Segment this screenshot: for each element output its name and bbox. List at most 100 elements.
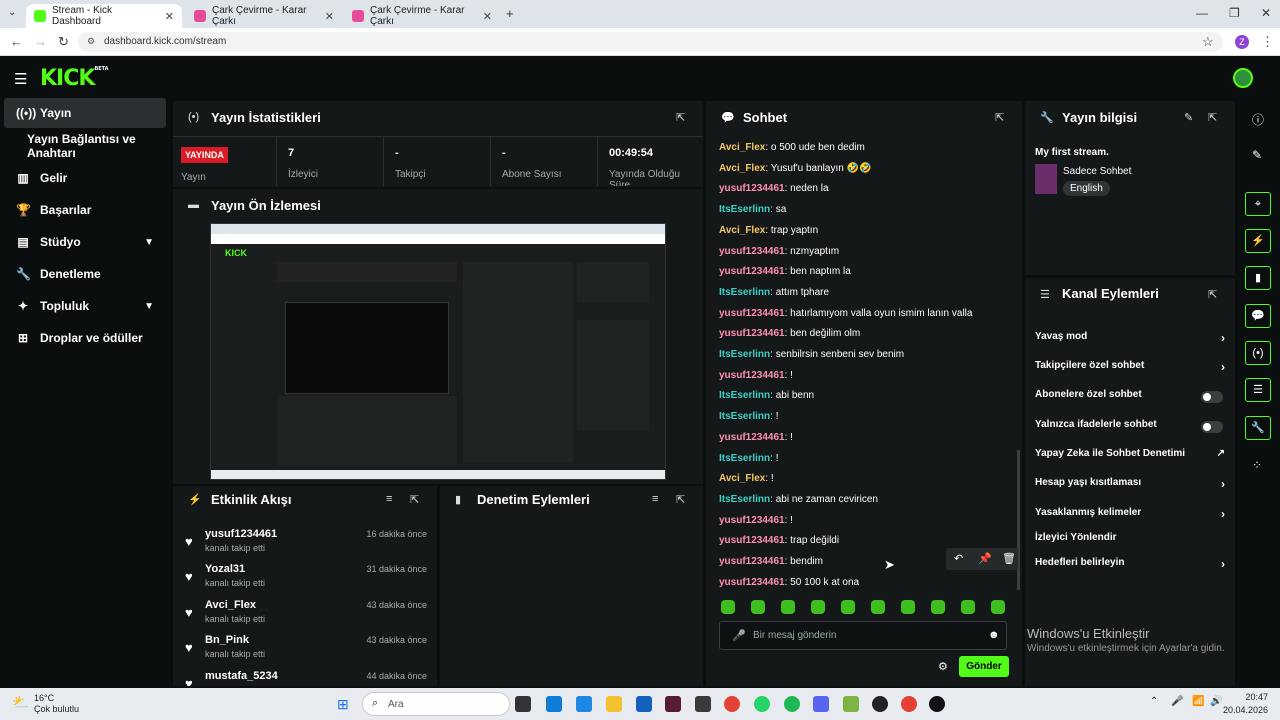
user-avatar[interactable] bbox=[1233, 68, 1253, 88]
info-icon[interactable]: ⓘ bbox=[1252, 111, 1264, 128]
chat-scrollbar[interactable] bbox=[1017, 450, 1020, 590]
rail-stack-icon[interactable]: ☰ bbox=[1245, 378, 1271, 402]
sidebar-item-gelir[interactable]: ▥ Gelir bbox=[4, 163, 166, 193]
chat-username[interactable]: ItsEserlinn bbox=[719, 204, 770, 215]
send-button[interactable]: Gönder bbox=[959, 656, 1009, 677]
emoji-icon[interactable]: ☻ bbox=[988, 629, 1000, 641]
activity-username[interactable]: yusuf1234461 bbox=[205, 528, 277, 540]
close-tab-icon[interactable]: ✕ bbox=[165, 10, 174, 23]
back-icon[interactable]: ← bbox=[10, 34, 23, 49]
chat-message[interactable]: yusuf1234461: ben değilim olm bbox=[719, 328, 860, 339]
app-icon[interactable] bbox=[695, 696, 711, 712]
chat-message[interactable]: ItsEserlinn: ! bbox=[719, 453, 778, 464]
chat-input[interactable]: 🎤 Bir mesaj gönderin ☻ bbox=[719, 621, 1007, 650]
popout-icon[interactable]: ⇱ bbox=[410, 493, 419, 506]
reply-icon[interactable]: ↶ bbox=[954, 552, 963, 565]
chat-message[interactable]: yusuf1234461: ! bbox=[719, 515, 793, 526]
popout-icon[interactable]: ⇱ bbox=[1208, 111, 1217, 124]
menu-icon[interactable]: ☰ bbox=[14, 70, 27, 88]
rail-chat-icon[interactable]: 💬 bbox=[1245, 304, 1271, 328]
chat-message[interactable]: yusuf1234461: ! bbox=[719, 370, 793, 381]
edit-pencil-icon[interactable]: ✎ bbox=[1184, 111, 1193, 124]
chat-username[interactable]: yusuf1234461 bbox=[719, 183, 785, 194]
chat-username[interactable]: yusuf1234461 bbox=[719, 308, 785, 319]
chat-message[interactable]: yusuf1234461: neden la bbox=[719, 183, 829, 194]
windows-start-icon[interactable]: ⊞ bbox=[337, 696, 349, 713]
add-widget-icon[interactable]: ⁘ bbox=[1252, 458, 1262, 472]
activity-username[interactable]: Bn_Pink bbox=[205, 634, 249, 646]
chat-username[interactable]: yusuf1234461 bbox=[719, 515, 785, 526]
discord-icon[interactable] bbox=[813, 696, 829, 712]
edit-pencil-icon[interactable]: ✎ bbox=[1252, 148, 1262, 162]
browser-menu-icon[interactable]: ⋮ bbox=[1261, 34, 1274, 50]
action-set-goals[interactable]: Hedefleri belirleyin › bbox=[1035, 557, 1225, 577]
forward-icon[interactable]: → bbox=[34, 34, 47, 49]
chat-message[interactable]: ItsEserlinn: abi benn bbox=[719, 390, 814, 401]
chat-message[interactable]: yusuf1234461: ben naptım la bbox=[719, 266, 851, 277]
stream-preview-video[interactable]: KICK bbox=[210, 223, 666, 480]
activity-username[interactable]: Avci_Flex bbox=[205, 599, 256, 611]
close-tab-icon[interactable]: ✕ bbox=[483, 10, 492, 23]
rail-lightning-icon[interactable]: ⚡ bbox=[1245, 229, 1271, 253]
chrome-icon[interactable] bbox=[724, 696, 740, 712]
popout-icon[interactable]: ⇱ bbox=[676, 111, 685, 124]
sidebar-item-droplar[interactable]: ⊞ Droplar ve ödüller bbox=[4, 323, 166, 353]
chat-message[interactable]: yusuf1234461: bendim bbox=[719, 556, 823, 567]
action-account-age[interactable]: Hesap yaşı kısıtlaması › bbox=[1035, 477, 1225, 497]
app-icon[interactable] bbox=[872, 696, 888, 712]
site-info-icon[interactable]: ⚙ bbox=[87, 36, 95, 47]
activity-username[interactable]: mustafa_5234 bbox=[205, 670, 278, 682]
emote-icon[interactable] bbox=[721, 600, 735, 614]
chat-username[interactable]: yusuf1234461 bbox=[719, 266, 785, 277]
chat-username[interactable]: ItsEserlinn bbox=[719, 349, 770, 360]
chat-username[interactable]: Avci_Flex bbox=[719, 473, 765, 484]
reload-icon[interactable]: ↻ bbox=[58, 34, 69, 50]
tab-search-icon[interactable]: ⌄ bbox=[8, 7, 16, 18]
task-view-icon[interactable] bbox=[515, 696, 531, 712]
chat-username[interactable]: yusuf1234461 bbox=[719, 328, 785, 339]
chat-message[interactable]: ItsEserlinn: abi ne zaman ceviricen bbox=[719, 494, 878, 505]
spotify-icon[interactable] bbox=[784, 696, 800, 712]
sidebar-item-denetleme[interactable]: 🔧 Denetleme bbox=[4, 259, 166, 289]
chat-message[interactable]: ItsEserlinn: sa bbox=[719, 204, 786, 215]
rail-document-icon[interactable]: ▮ bbox=[1245, 266, 1271, 290]
chat-message[interactable]: yusuf1234461: 50 100 k at ona bbox=[719, 577, 859, 588]
action-redirect-viewers[interactable]: İzleyici Yönlendir bbox=[1035, 532, 1225, 552]
file-explorer-icon[interactable] bbox=[606, 696, 622, 712]
chat-username[interactable]: yusuf1234461 bbox=[719, 432, 785, 443]
delete-icon[interactable]: 🗑 bbox=[1002, 552, 1016, 565]
chat-message[interactable]: Avci_Flex: ! bbox=[719, 473, 774, 484]
action-slow-mode[interactable]: Yavaş mod › bbox=[1035, 331, 1225, 351]
chat-username[interactable]: Avci_Flex bbox=[719, 163, 765, 174]
filter-icon[interactable]: ≡ bbox=[652, 493, 658, 505]
emote-icon[interactable] bbox=[841, 600, 855, 614]
action-followers-only[interactable]: Takipçilere özel sohbet › bbox=[1035, 360, 1225, 380]
browser-tab-wheel-2[interactable]: Çark Çevirme - Karar Çarkı ✕ bbox=[344, 4, 500, 28]
chat-username[interactable]: Avci_Flex bbox=[719, 225, 765, 236]
subscribers-only-toggle[interactable] bbox=[1201, 391, 1223, 403]
rail-clip-icon[interactable]: ⌖ bbox=[1245, 192, 1271, 216]
chat-message[interactable]: yusuf1234461: ! bbox=[719, 432, 793, 443]
browser-tab-kick-dashboard[interactable]: Stream - Kick Dashboard ✕ bbox=[26, 4, 182, 28]
tray-chevron-icon[interactable]: ⌃ bbox=[1150, 696, 1158, 707]
store-icon[interactable] bbox=[636, 696, 652, 712]
sidebar-item-topluluk[interactable]: ✦ Topluluk ▼ bbox=[4, 291, 166, 321]
minimize-icon[interactable]: — bbox=[1196, 6, 1208, 20]
browser-profile-avatar[interactable]: Z bbox=[1235, 35, 1249, 49]
tray-mic-icon[interactable]: 🎤 bbox=[1171, 696, 1183, 707]
activity-username[interactable]: Yozal31 bbox=[205, 563, 245, 575]
emote-icon[interactable] bbox=[991, 600, 1005, 614]
chat-username[interactable]: Avci_Flex bbox=[719, 142, 765, 153]
chat-message[interactable]: ItsEserlinn: attım tphare bbox=[719, 287, 829, 298]
action-ai-moderation[interactable]: Yapay Zeka ile Sohbet Denetimi ↗ bbox=[1035, 448, 1225, 468]
weather-temp[interactable]: 16°C bbox=[34, 693, 54, 703]
chat-message[interactable]: yusuf1234461: hatırlamıyom valla oyun is… bbox=[719, 308, 972, 319]
clock-time[interactable]: 20:47 bbox=[1220, 692, 1268, 702]
rail-wrench-icon[interactable]: 🔧 bbox=[1245, 416, 1271, 440]
taskbar-search[interactable]: ⌕ Ara bbox=[362, 692, 510, 716]
chat-username[interactable]: ItsEserlinn bbox=[719, 494, 770, 505]
chat-message[interactable]: Avci_Flex: Yusuf'u banlayın 🤣🤣 bbox=[719, 163, 871, 174]
app-icon[interactable] bbox=[665, 696, 681, 712]
chat-message[interactable]: yusuf1234461: nzmyaptım bbox=[719, 246, 839, 257]
emote-icon[interactable] bbox=[961, 600, 975, 614]
